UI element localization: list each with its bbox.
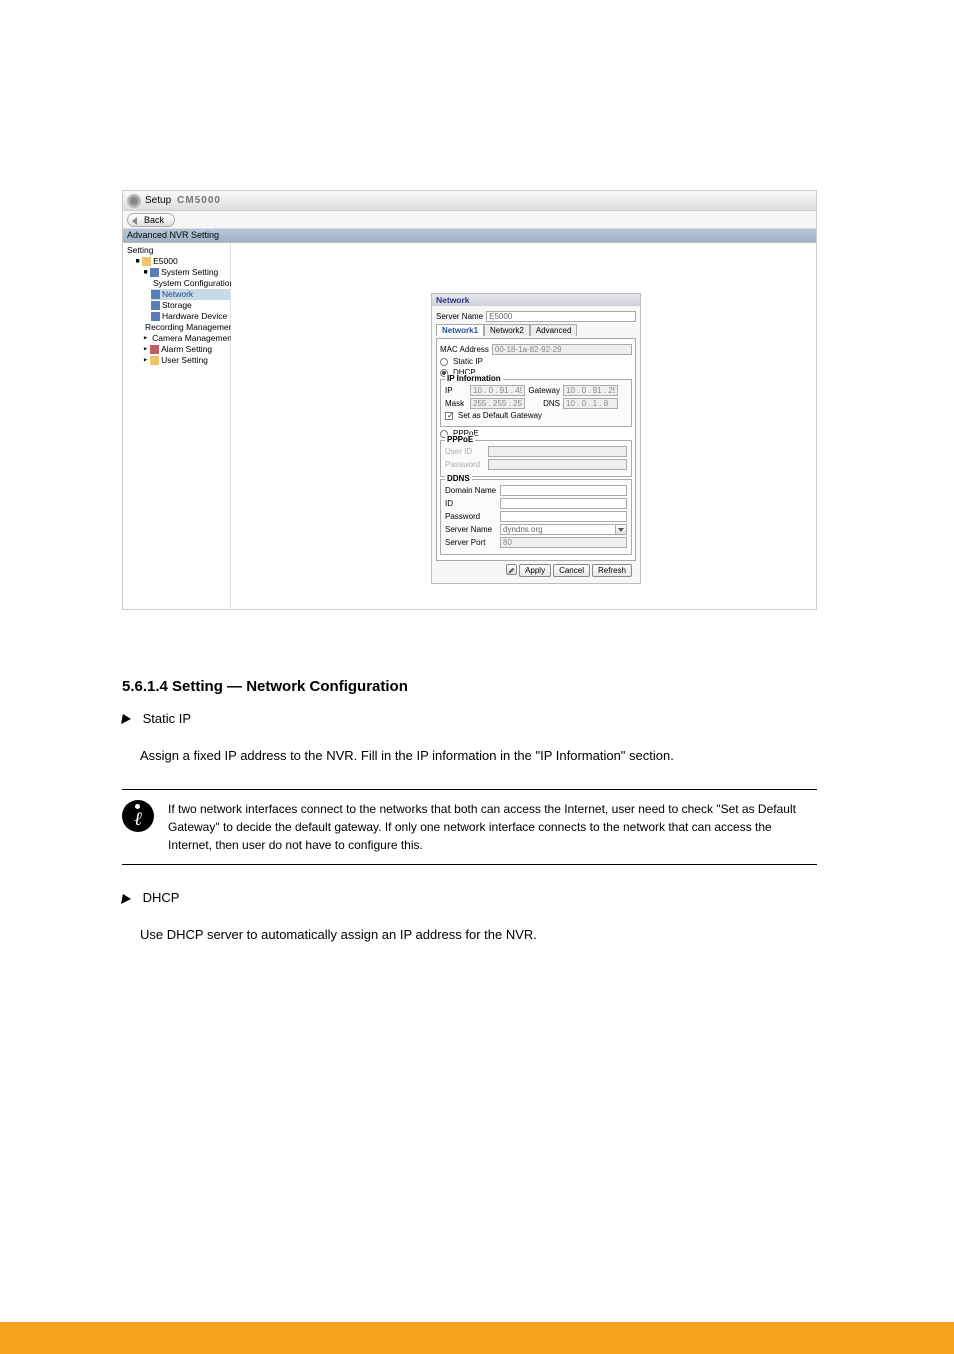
panel-title: Network [432, 294, 640, 306]
arrow-icon [121, 714, 132, 724]
static-ip-radio[interactable] [440, 358, 448, 366]
ddns-server-label: Server Name [445, 525, 497, 534]
ip-field[interactable] [470, 385, 525, 396]
server-name-label: Server Name [436, 312, 483, 321]
tree-system-config[interactable]: System Configuration [151, 278, 230, 289]
pppoe-password-input [488, 459, 627, 470]
ddns-server-value [500, 524, 616, 535]
brand-label: CM5000 [177, 195, 221, 206]
chevron-down-icon[interactable] [616, 524, 627, 535]
title-bar: Setup CM5000 [123, 191, 816, 211]
mask-label: Mask [445, 399, 467, 408]
content-area: Network Server Name Network1 Network2 Ad… [231, 243, 816, 609]
apply-button[interactable]: Apply [519, 564, 551, 577]
back-bar: Back [123, 211, 816, 229]
ip-info-title: IP Information [445, 374, 503, 383]
gateway-label: Gateway [528, 386, 560, 395]
default-gateway-check[interactable] [445, 412, 453, 420]
tree-camera[interactable]: ▸Camera Management [143, 333, 230, 344]
dhcp-title: DHCP [143, 890, 180, 905]
mac-label: MAC Address [440, 345, 489, 354]
network-tabs: Network1 Network2 Advanced [436, 324, 636, 336]
doc-heading: 5.6.1.4 Setting — Network Configuration [122, 676, 817, 698]
mask-field[interactable] [470, 398, 525, 409]
static-ip-text: Assign a fixed IP address to the NVR. Fi… [140, 747, 817, 766]
folder-icon [150, 268, 159, 277]
server-name-input[interactable] [486, 311, 636, 322]
default-gateway-label: Set as Default Gateway [458, 411, 542, 420]
ddns-port-input [500, 537, 627, 548]
tree-root: Setting [127, 245, 230, 256]
static-ip-label: Static IP [453, 357, 483, 366]
ddns-port-label: Server Port [445, 538, 497, 547]
pppoe-userid-label: User ID [445, 447, 485, 456]
ddns-title: DDNS [445, 474, 472, 483]
dhcp-text: Use DHCP server to automatically assign … [140, 926, 817, 945]
ip-info-group: IP Information IP Gateway Mask DNS [440, 379, 632, 427]
edit-icon-button[interactable] [506, 564, 517, 575]
info-icon: ℓ [122, 800, 154, 832]
tree-user[interactable]: ▸User Setting [143, 355, 230, 366]
storage-icon [151, 301, 160, 310]
gear-icon [127, 194, 141, 208]
ddns-server-dropdown[interactable] [500, 524, 627, 535]
tree-device[interactable]: ▪E5000 [135, 256, 230, 267]
device-icon [142, 257, 151, 266]
document-body: 5.6.1.4 Setting — Network Configuration … [122, 648, 817, 957]
section-header: Advanced NVR Setting [123, 229, 816, 243]
dhcp-bullet: DHCP [122, 889, 817, 908]
note-text: If two network interfaces connect to the… [168, 800, 817, 854]
ddns-id-label: ID [445, 499, 497, 508]
tab-network2[interactable]: Network2 [484, 324, 530, 336]
mac-field [492, 344, 632, 355]
ddns-password-input[interactable] [500, 511, 627, 522]
gateway-field[interactable] [563, 385, 618, 396]
ddns-domain-input[interactable] [500, 485, 627, 496]
ddns-domain-label: Domain Name [445, 486, 497, 495]
nav-tree: Setting ▪E5000 ▪System Setting System Co… [123, 243, 231, 609]
cancel-button[interactable]: Cancel [553, 564, 590, 577]
app-window: Setup CM5000 Back Advanced NVR Setting S… [122, 190, 817, 610]
hardware-icon [151, 312, 160, 321]
tree-hardware[interactable]: Hardware Device [151, 311, 230, 322]
setup-label: Setup [145, 195, 171, 206]
static-ip-bullet: Static IP [122, 710, 817, 729]
ddns-group: DDNS Domain Name ID Password Server Name… [440, 479, 632, 555]
dns-label: DNS [528, 399, 560, 408]
ip-label: IP [445, 386, 467, 395]
note-box: ℓ If two network interfaces connect to t… [122, 789, 817, 865]
ddns-id-input[interactable] [500, 498, 627, 509]
dns-field[interactable] [563, 398, 618, 409]
tree-network[interactable]: Network [151, 289, 230, 300]
tree-recording[interactable]: Recording Management [143, 322, 230, 333]
tree-storage[interactable]: Storage [151, 300, 230, 311]
tab-advanced[interactable]: Advanced [530, 324, 578, 336]
pppoe-userid-input [488, 446, 627, 457]
ddns-password-label: Password [445, 512, 497, 521]
user-icon [150, 356, 159, 365]
static-ip-title: Static IP [143, 711, 191, 726]
tab-network1[interactable]: Network1 [436, 324, 484, 336]
pppoe-group: PPPoE User ID Password [440, 440, 632, 477]
tree-system-setting[interactable]: ▪System Setting [143, 267, 230, 278]
network-icon [151, 290, 160, 299]
tree-alarm[interactable]: ▸Alarm Setting [143, 344, 230, 355]
arrow-icon [121, 894, 132, 904]
pppoe-password-label: Password [445, 460, 485, 469]
page-footer [0, 1322, 954, 1354]
network-panel: Network Server Name Network1 Network2 Ad… [431, 293, 641, 584]
alarm-icon [150, 345, 159, 354]
back-button[interactable]: Back [127, 213, 175, 227]
pppoe-title: PPPoE [445, 435, 475, 444]
refresh-button[interactable]: Refresh [592, 564, 632, 577]
